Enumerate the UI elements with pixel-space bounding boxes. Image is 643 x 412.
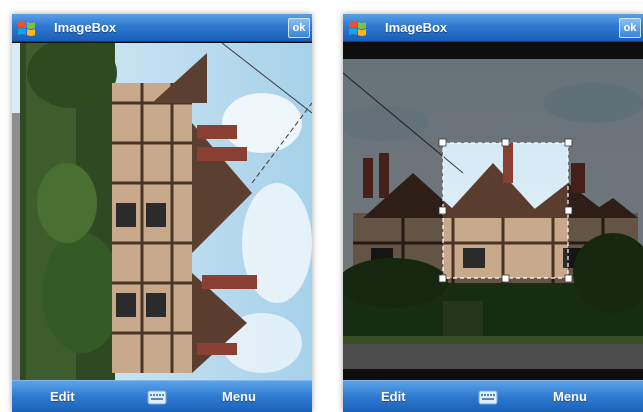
windows-flag-icon[interactable] <box>347 18 369 38</box>
crop-handle-right[interactable] <box>564 206 573 215</box>
keyboard-icon[interactable] <box>478 390 498 405</box>
menu-soft-key[interactable]: Menu <box>222 389 256 404</box>
keyboard-icon[interactable] <box>147 390 167 405</box>
menu-soft-key[interactable]: Menu <box>553 389 587 404</box>
phone-screen-rotated: ImageBox ok Edit Menu <box>12 14 312 412</box>
app-title: ImageBox <box>54 20 117 35</box>
crop-handle-left[interactable] <box>438 206 447 215</box>
photo-view-crop <box>343 43 643 380</box>
crop-handle-top-left[interactable] <box>438 138 447 147</box>
title-bar: ImageBox ok <box>343 14 643 42</box>
crop-handle-top-right[interactable] <box>564 138 573 147</box>
soft-key-bar: Edit Menu <box>343 380 643 412</box>
soft-key-bar: Edit Menu <box>12 380 312 412</box>
screenshot-stage: ImageBox ok Edit Menu ImageBox ok Edit M… <box>0 0 643 412</box>
ok-button[interactable]: ok <box>288 18 310 38</box>
house-photo-rotated <box>12 43 312 380</box>
crop-handle-bottom-right[interactable] <box>564 274 573 283</box>
crop-handle-top[interactable] <box>501 138 510 147</box>
title-bar: ImageBox ok <box>12 14 312 42</box>
ok-button[interactable]: ok <box>619 18 641 38</box>
crop-handle-bottom-left[interactable] <box>438 274 447 283</box>
photo-view-rotated <box>12 43 312 380</box>
edit-soft-key[interactable]: Edit <box>381 389 406 404</box>
app-title: ImageBox <box>385 20 448 35</box>
crop-handle-bottom[interactable] <box>501 274 510 283</box>
house-photo-crop <box>343 43 643 380</box>
crop-dim-overlay <box>343 59 643 369</box>
edit-soft-key[interactable]: Edit <box>50 389 75 404</box>
windows-flag-icon[interactable] <box>16 18 38 38</box>
phone-screen-crop: ImageBox ok Edit Menu <box>343 14 643 412</box>
